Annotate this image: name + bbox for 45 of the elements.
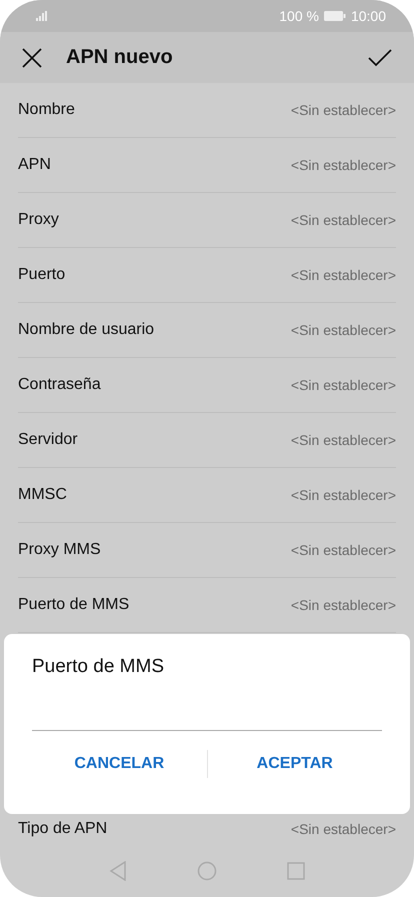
setting-label: Contraseña (18, 376, 101, 394)
setting-value: <Sin establecer> (290, 102, 396, 118)
setting-value: <Sin establecer> (290, 820, 396, 836)
battery-percent: 100 % (279, 8, 319, 24)
setting-value: <Sin establecer> (290, 432, 396, 448)
dialog-title: Puerto de MMS (32, 656, 165, 678)
checkmark-icon[interactable] (368, 48, 392, 66)
close-icon[interactable] (22, 48, 42, 68)
setting-label: Proxy MMS (18, 541, 101, 559)
accept-button[interactable]: ACEPTAR (208, 745, 382, 783)
settings-row[interactable]: Servidor <Sin establecer> (18, 413, 396, 468)
settings-row[interactable]: Proxy <Sin establecer> (18, 193, 396, 248)
setting-value: <Sin establecer> (290, 322, 396, 338)
settings-row[interactable]: Contraseña <Sin establecer> (18, 358, 396, 413)
signal-icon (36, 11, 48, 21)
settings-row[interactable]: MMSC <Sin establecer> (18, 468, 396, 523)
setting-label: MMSC (18, 486, 67, 504)
setting-value: <Sin establecer> (290, 597, 396, 613)
settings-row[interactable]: APN <Sin establecer> (18, 138, 396, 193)
cancel-button[interactable]: CANCELAR (32, 745, 206, 783)
setting-value: <Sin establecer> (290, 377, 396, 393)
setting-value: <Sin establecer> (290, 542, 396, 558)
setting-value: <Sin establecer> (290, 267, 396, 283)
setting-value: <Sin establecer> (290, 487, 396, 503)
settings-row[interactable]: Nombre <Sin establecer> (18, 83, 396, 138)
settings-row[interactable]: Puerto de MMS <Sin establecer> (18, 578, 396, 633)
setting-label: Servidor (18, 431, 78, 449)
setting-value: <Sin establecer> (290, 212, 396, 228)
settings-row[interactable]: Puerto <Sin establecer> (18, 248, 396, 303)
page-title: APN nuevo (66, 46, 173, 69)
setting-label: Nombre de usuario (18, 321, 154, 339)
back-icon[interactable] (109, 861, 127, 881)
setting-label: APN (18, 156, 51, 174)
recents-icon[interactable] (287, 862, 305, 880)
setting-label: Nombre (18, 101, 75, 119)
settings-row[interactable]: Proxy MMS <Sin establecer> (18, 523, 396, 578)
home-icon[interactable] (197, 861, 217, 881)
battery-icon (324, 11, 346, 21)
setting-label: Proxy (18, 211, 59, 229)
settings-row[interactable]: Nombre de usuario <Sin establecer> (18, 303, 396, 358)
setting-label: Tipo de APN (18, 820, 108, 838)
setting-label: Puerto de MMS (18, 596, 130, 614)
setting-label: Puerto (18, 266, 66, 284)
clock: 10:00 (350, 8, 386, 24)
setting-value: <Sin establecer> (290, 157, 396, 173)
